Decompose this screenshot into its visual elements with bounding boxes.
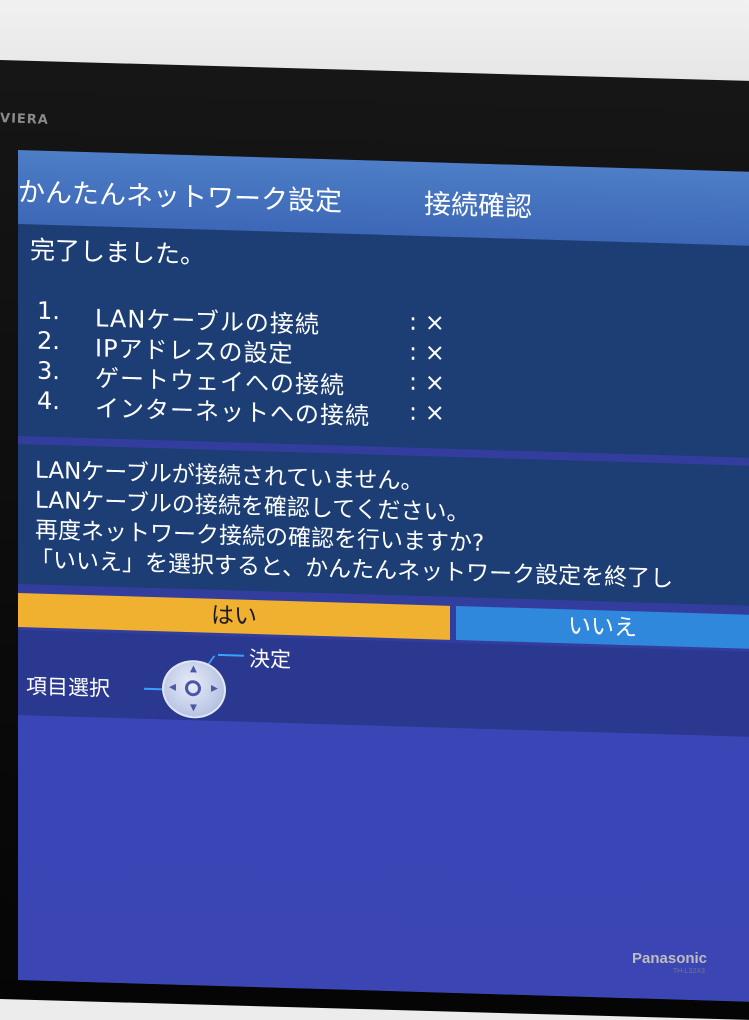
arrow-left-icon: ◀	[169, 682, 176, 693]
select-guide-label: 項目選択	[26, 674, 110, 701]
tv-screen: かんたんネットワーク設定 接続確認 完了しました。 1. LANケーブルの接続 …	[18, 150, 749, 1002]
arrow-right-icon: ▶	[211, 683, 218, 694]
confirm-guide-label: 決定	[249, 646, 291, 673]
dialog-subtitle: 接続確認	[424, 189, 532, 224]
check-result: : ×	[409, 307, 445, 337]
model-label: TH-L32X3	[673, 968, 705, 975]
check-label: インターネットへの接続	[95, 394, 370, 431]
check-number: 2.	[37, 326, 60, 356]
result-panel: 完了しました。 1. LANケーブルの接続 : × 2. IPアドレスの設定 :…	[18, 224, 749, 458]
status-text: 完了しました。	[30, 235, 206, 270]
brand-logo-bottom: Panasonic	[632, 950, 708, 967]
no-button[interactable]: いいえ	[456, 605, 749, 649]
arrow-up-icon: ▲	[190, 664, 197, 675]
brand-logo-top: VIERA	[0, 111, 50, 128]
check-number: 1.	[37, 296, 60, 326]
dialog-title: かんたんネットワーク設定	[18, 177, 342, 218]
check-number: 3.	[37, 356, 60, 386]
check-result: : ×	[409, 367, 445, 397]
check-result: : ×	[409, 397, 445, 427]
arrow-down-icon: ▼	[190, 703, 197, 714]
message-panel: LANケーブルが接続されていません。 LANケーブルの接続を確認してください。 …	[18, 444, 749, 606]
check-result: : ×	[409, 337, 445, 367]
check-number: 4.	[37, 386, 60, 416]
ok-center-icon	[185, 679, 201, 697]
